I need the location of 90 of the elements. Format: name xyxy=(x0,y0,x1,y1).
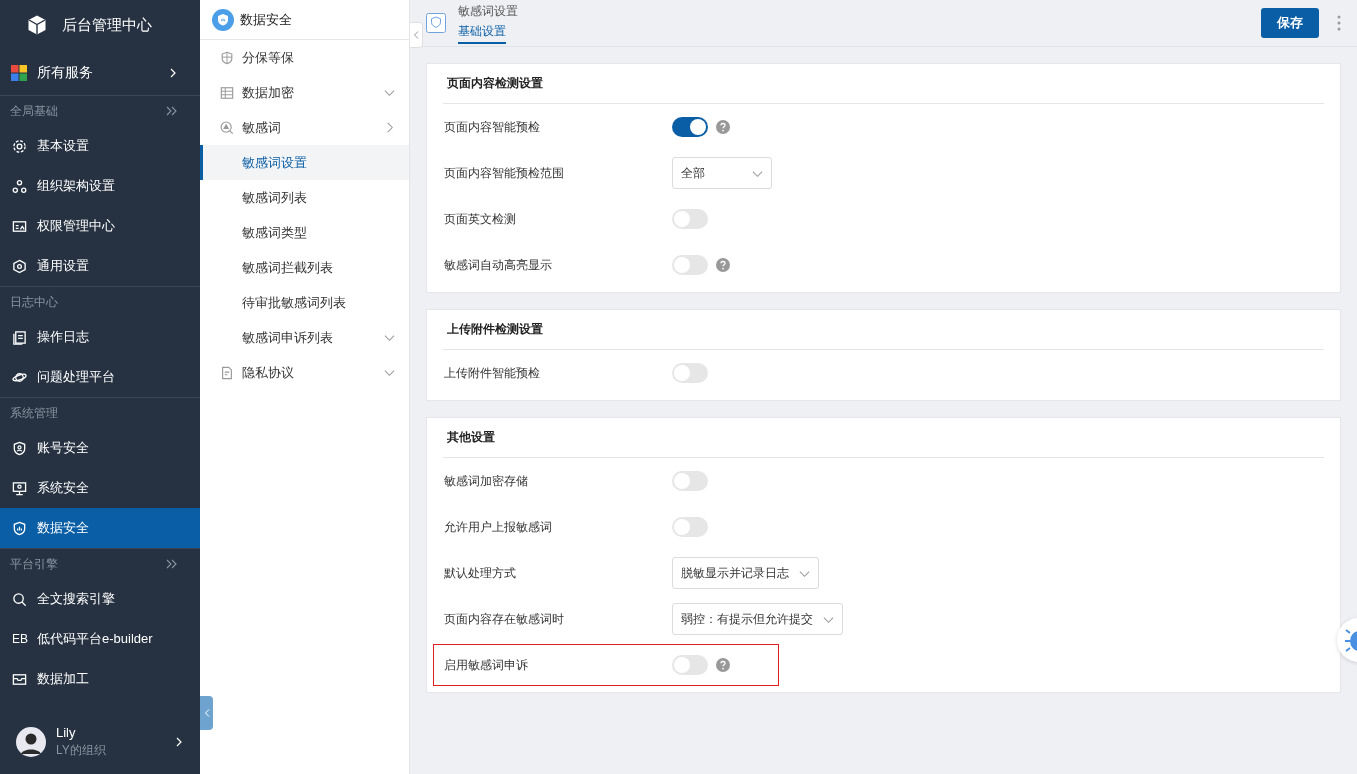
submenu-item[interactable]: 隐私协议 xyxy=(200,355,409,390)
menu-icon xyxy=(220,120,234,135)
submenu-item[interactable]: 敏感词设置 xyxy=(200,145,409,180)
nav-item[interactable]: 系统安全 xyxy=(0,468,200,508)
toggle-switch[interactable] xyxy=(672,363,708,383)
card-title: 其他设置 xyxy=(447,429,495,446)
submenu-item[interactable]: 待审批敏感词列表 xyxy=(200,285,409,320)
submenu-item[interactable]: 敏感词列表 xyxy=(200,180,409,215)
eb-icon: EB xyxy=(12,632,27,646)
menu-icon xyxy=(12,671,27,687)
collapse-handle[interactable] xyxy=(200,696,213,730)
nav-item[interactable]: 数据安全 xyxy=(0,508,200,548)
section-header: 日志中心 xyxy=(10,293,58,311)
menu-icon xyxy=(220,365,234,380)
cube-icon xyxy=(26,14,48,36)
shield-chart-icon xyxy=(426,13,446,33)
submenu-item[interactable]: 数据加密 xyxy=(200,75,409,110)
all-services-menu[interactable]: 所有服务 xyxy=(0,50,200,96)
menu-icon xyxy=(220,50,234,65)
double-chevron-icon[interactable] xyxy=(166,559,178,569)
toggle-switch[interactable] xyxy=(672,517,708,537)
setting-label: 页面内容智能预检 xyxy=(444,118,541,136)
submenu-item[interactable]: 敏感词类型 xyxy=(200,215,409,250)
help-icon[interactable] xyxy=(716,658,730,672)
menu-icon xyxy=(12,258,27,274)
grid-icon xyxy=(11,64,27,81)
nav-item[interactable]: 组织架构设置 xyxy=(0,166,200,206)
nav-item[interactable]: 通用设置 xyxy=(0,246,200,286)
select-field[interactable]: 脱敏显示并记录日志 xyxy=(672,557,819,589)
shield-chart-icon xyxy=(212,8,234,31)
nav-item[interactable]: 问题处理平台 xyxy=(0,357,200,397)
section-header: 全局基础 xyxy=(10,102,58,120)
help-icon[interactable] xyxy=(716,120,730,134)
chevron-down-icon xyxy=(384,87,395,98)
nav-item[interactable]: 账号安全 xyxy=(0,428,200,468)
nav-item[interactable]: 基本设置 xyxy=(0,126,200,166)
more-icon[interactable] xyxy=(1337,15,1341,31)
select-field[interactable]: 弱控：有提示但允许提交 xyxy=(672,603,843,635)
nav-item[interactable]: 操作日志 xyxy=(0,317,200,357)
app-title: 后台管理中心 xyxy=(62,15,152,35)
submenu-item[interactable]: 分保等保 xyxy=(200,40,409,75)
select-field[interactable]: 全部 xyxy=(672,157,772,189)
setting-label: 默认处理方式 xyxy=(444,564,517,582)
avatar-icon xyxy=(16,727,46,757)
submenu-title: 数据安全 xyxy=(240,10,292,29)
user-menu[interactable]: Lily LY的组织 xyxy=(0,710,200,774)
setting-label: 敏感词自动高亮显示 xyxy=(444,256,553,274)
toggle-switch[interactable] xyxy=(672,655,708,675)
menu-icon xyxy=(12,329,27,345)
menu-icon xyxy=(12,440,27,456)
submenu-item[interactable]: 敏感词拦截列表 xyxy=(200,250,409,285)
menu-icon xyxy=(12,591,27,607)
nav-item[interactable]: EB 低代码平台e-builder xyxy=(0,619,200,659)
toggle-switch[interactable] xyxy=(672,209,708,229)
help-icon[interactable] xyxy=(716,258,730,272)
nav-item[interactable]: 全文搜索引擎 xyxy=(0,579,200,619)
submenu-item[interactable]: 敏感词 xyxy=(200,110,409,145)
setting-label: 启用敏感词申诉 xyxy=(444,656,529,674)
setting-label: 敏感词加密存储 xyxy=(444,472,529,490)
chevron-right-icon xyxy=(168,67,178,78)
card-title: 页面内容检测设置 xyxy=(447,75,543,92)
double-chevron-icon[interactable] xyxy=(166,106,178,116)
tab[interactable]: 基础设置 xyxy=(458,22,506,44)
section-header: 系统管理 xyxy=(10,404,58,422)
chevron-down-icon xyxy=(384,332,395,343)
chevron-right-icon xyxy=(174,737,184,747)
menu-icon xyxy=(12,138,27,154)
setting-label: 上传附件智能预检 xyxy=(444,364,541,382)
menu-icon xyxy=(12,218,27,234)
toggle-switch[interactable] xyxy=(672,255,708,275)
save-button[interactable]: 保存 xyxy=(1261,8,1319,38)
setting-label: 页面内容智能预检范围 xyxy=(444,164,565,182)
menu-icon xyxy=(220,85,234,100)
chevron-down-icon xyxy=(384,367,395,378)
toggle-switch[interactable] xyxy=(672,471,708,491)
nav-item[interactable]: 权限管理中心 xyxy=(0,206,200,246)
chevron-right-icon xyxy=(384,122,395,133)
card-title: 上传附件检测设置 xyxy=(447,321,543,338)
toggle-switch[interactable] xyxy=(672,117,708,137)
menu-icon xyxy=(12,480,27,496)
page-title: 敏感词设置 xyxy=(458,2,519,20)
menu-icon xyxy=(12,520,27,536)
section-header: 平台引擎 xyxy=(10,555,58,573)
nav-item[interactable]: 数据加工 xyxy=(0,659,200,699)
collapse-handle[interactable] xyxy=(410,22,423,48)
setting-label: 页面英文检测 xyxy=(444,210,517,228)
setting-label: 页面内容存在敏感词时 xyxy=(444,610,565,628)
submenu-item[interactable]: 敏感词申诉列表 xyxy=(200,320,409,355)
menu-icon xyxy=(12,178,27,194)
setting-label: 允许用户上报敏感词 xyxy=(444,518,553,536)
